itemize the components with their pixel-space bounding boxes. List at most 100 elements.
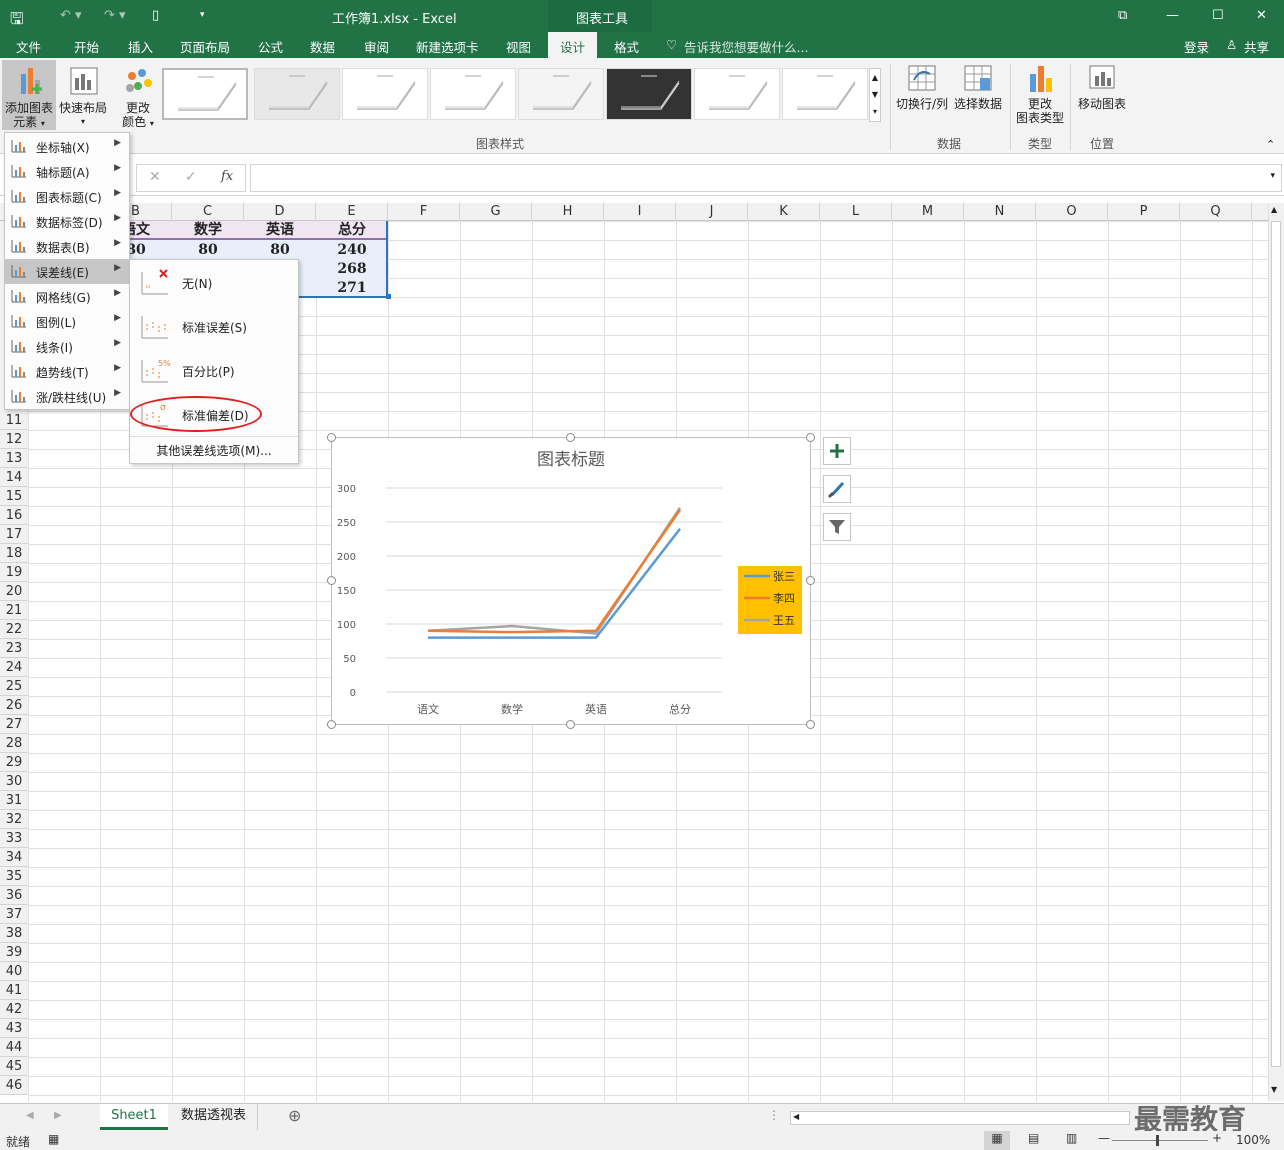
page-layout-view-icon[interactable]: ▤: [1028, 1131, 1039, 1145]
row-header[interactable]: 14: [0, 468, 28, 487]
row-header[interactable]: 25: [0, 677, 28, 696]
row-header[interactable]: 33: [0, 829, 28, 848]
collapse-ribbon-icon[interactable]: ⌃: [1266, 138, 1275, 151]
row-header[interactable]: 11: [0, 411, 28, 430]
error-bars-percentage[interactable]: 5% 百分比(P): [130, 348, 298, 392]
column-header[interactable]: K: [748, 203, 820, 221]
row-header[interactable]: 16: [0, 506, 28, 525]
ribbon-display-icon[interactable]: ⧉: [1118, 8, 1127, 23]
switch-row-column-button[interactable]: 切换行/列: [894, 62, 950, 111]
tab-new[interactable]: 新建选项卡: [416, 37, 479, 56]
cell-c[interactable]: 80: [172, 241, 244, 260]
cancel-icon[interactable]: ✕: [149, 169, 161, 185]
chart-style-thumbnail[interactable]: [694, 68, 780, 120]
menu-item-axis-title[interactable]: 轴标题(A) ▶: [5, 159, 129, 184]
scroll-thumb[interactable]: [1271, 221, 1281, 1067]
chart-style-thumbnail[interactable]: [782, 68, 868, 120]
sheet-tab-pivot[interactable]: 数据透视表: [170, 1104, 258, 1130]
move-chart-button[interactable]: 移动图表: [1074, 62, 1130, 111]
column-header[interactable]: L: [820, 203, 892, 221]
row-header[interactable]: 39: [0, 943, 28, 962]
tab-home[interactable]: 开始: [74, 37, 99, 56]
row-header[interactable]: 34: [0, 848, 28, 867]
resize-handle[interactable]: [566, 433, 575, 442]
next-sheet-icon[interactable]: ▶: [54, 1110, 62, 1121]
zoom-level[interactable]: 100%: [1236, 1133, 1270, 1147]
gallery-scroll[interactable]: ▲ ▼ ▾: [869, 68, 881, 122]
chart-styles-button[interactable]: [823, 475, 851, 503]
menu-item-data-labels[interactable]: 数据标签(D) ▶: [5, 209, 129, 234]
scroll-down-icon[interactable]: ▼: [1271, 1085, 1277, 1094]
column-header[interactable]: N: [964, 203, 1036, 221]
chart-elements-button[interactable]: [823, 437, 851, 465]
tab-view[interactable]: 视图: [506, 37, 531, 56]
menu-item-axis[interactable]: 坐标轴(X) ▶: [5, 134, 129, 159]
close-button[interactable]: ✕: [1256, 8, 1267, 23]
tab-format[interactable]: 格式: [614, 37, 639, 56]
zoom-slider[interactable]: [1112, 1140, 1208, 1141]
zoom-out-icon[interactable]: —: [1098, 1131, 1110, 1145]
row-header[interactable]: 36: [0, 886, 28, 905]
row-header[interactable]: 15: [0, 487, 28, 506]
resize-handle[interactable]: [806, 720, 815, 729]
normal-view-icon[interactable]: ▦: [984, 1131, 1010, 1150]
scroll-up-icon[interactable]: ▲: [1271, 205, 1277, 214]
row-header[interactable]: 24: [0, 658, 28, 677]
menu-item-data-table[interactable]: 数据表(B) ▶: [5, 234, 129, 259]
undo-icon[interactable]: ↶ ▾: [60, 8, 82, 23]
row-header[interactable]: 32: [0, 810, 28, 829]
vertical-scrollbar[interactable]: ▲ ▼: [1268, 203, 1284, 1101]
save-icon[interactable]: 🖫: [10, 8, 24, 35]
chart-style-thumbnail[interactable]: [518, 68, 604, 120]
expand-formula-icon[interactable]: ▾: [1270, 171, 1275, 181]
menu-item-legend[interactable]: 图例(L) ▶: [5, 309, 129, 334]
chart-style-thumbnail[interactable]: [342, 68, 428, 120]
redo-icon[interactable]: ↷ ▾: [104, 8, 126, 23]
maximize-button[interactable]: ☐: [1212, 8, 1224, 23]
tell-me-search[interactable]: 告诉我您想要做什么...: [684, 37, 808, 56]
row-header[interactable]: 37: [0, 905, 28, 924]
resize-handle[interactable]: [806, 576, 815, 585]
tab-review[interactable]: 审阅: [364, 37, 389, 56]
new-file-icon[interactable]: ▯: [152, 8, 159, 23]
split-handle-icon[interactable]: ⋮: [768, 1108, 780, 1122]
macro-record-icon[interactable]: ▦: [48, 1132, 59, 1146]
header-math[interactable]: 数学: [172, 221, 244, 240]
minimize-button[interactable]: —: [1166, 8, 1179, 23]
row-header[interactable]: 43: [0, 1019, 28, 1038]
row-header[interactable]: 20: [0, 582, 28, 601]
row-header[interactable]: 44: [0, 1038, 28, 1057]
cell-e-2[interactable]: 268: [316, 260, 388, 279]
resize-handle[interactable]: [806, 433, 815, 442]
tab-design[interactable]: 设计: [548, 32, 598, 58]
menu-item-chart-title[interactable]: 图表标题(C) ▶: [5, 184, 129, 209]
row-header[interactable]: 28: [0, 734, 28, 753]
row-header[interactable]: 22: [0, 620, 28, 639]
tab-insert[interactable]: 插入: [128, 37, 153, 56]
row-header[interactable]: 18: [0, 544, 28, 563]
confirm-icon[interactable]: ✓: [185, 169, 197, 185]
error-bars-standard-error[interactable]: 标准误差(S): [130, 304, 298, 348]
column-header[interactable]: M: [892, 203, 964, 221]
sheet-tab-sheet1[interactable]: Sheet1: [100, 1104, 168, 1130]
more-error-bar-options[interactable]: 其他误差线选项(M)...: [130, 440, 298, 462]
resize-handle[interactable]: [327, 433, 336, 442]
tab-formulas[interactable]: 公式: [258, 37, 283, 56]
formula-input[interactable]: ▾: [250, 164, 1282, 192]
cell-e[interactable]: 240: [316, 241, 388, 260]
resize-handle[interactable]: [566, 720, 575, 729]
row-header[interactable]: 46: [0, 1076, 28, 1095]
column-header[interactable]: I: [604, 203, 676, 221]
add-chart-element-button[interactable]: 添加图表 元素 ▾: [2, 60, 56, 130]
column-header[interactable]: J: [676, 203, 748, 221]
header-english[interactable]: 英语: [244, 221, 316, 240]
menu-item-trendline[interactable]: 趋势线(T) ▶: [5, 359, 129, 384]
chart-style-thumbnail[interactable]: [430, 68, 516, 120]
page-break-view-icon[interactable]: ▥: [1066, 1131, 1077, 1145]
error-bars-none[interactable]: ᵢᵢᵢ 无(N): [130, 260, 298, 304]
cell-d[interactable]: 80: [244, 241, 316, 260]
column-header[interactable]: F: [388, 203, 460, 221]
column-header[interactable]: P: [1108, 203, 1180, 221]
row-header[interactable]: 12: [0, 430, 28, 449]
resize-handle[interactable]: [327, 720, 336, 729]
